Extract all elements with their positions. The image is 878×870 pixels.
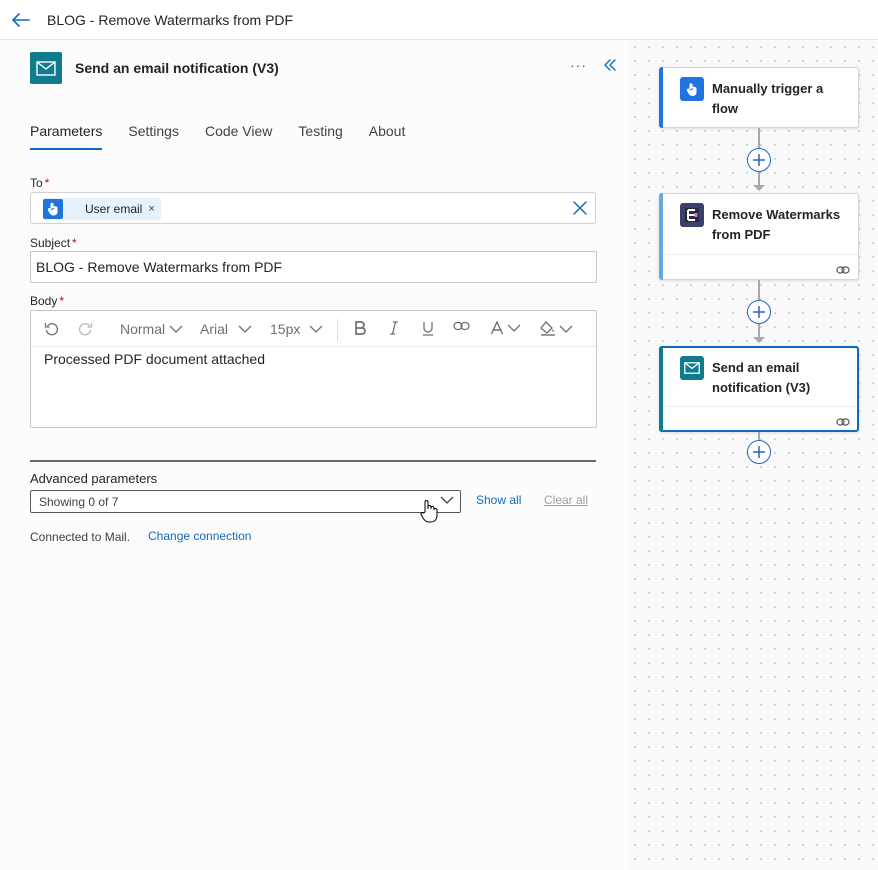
link-icon[interactable] — [453, 321, 470, 331]
tab-settings[interactable]: Settings — [128, 123, 179, 150]
advanced-parameters-label: Advanced parameters — [30, 471, 158, 486]
font-color-icon[interactable] — [490, 321, 521, 335]
chevron-down-icon — [440, 496, 454, 504]
clear-field-icon[interactable] — [573, 201, 587, 220]
subject-label-text: Subject — [30, 236, 71, 250]
remove-token-icon[interactable]: × — [148, 203, 154, 215]
connector-line — [758, 172, 760, 186]
connector-line — [758, 324, 760, 338]
chevron-down-icon — [309, 325, 323, 333]
font-size-value: 15px — [270, 321, 301, 337]
required-marker: * — [72, 236, 77, 250]
plus-icon — [753, 306, 765, 318]
card-title: Manually trigger a flow — [712, 81, 824, 116]
format-dropdown[interactable]: Normal — [120, 321, 183, 337]
mail-icon — [680, 356, 704, 380]
remove-watermarks-card[interactable]: Remove Watermarks from PDF — [659, 193, 859, 280]
card-accent — [659, 346, 663, 432]
link-icon — [836, 262, 850, 280]
arrow-down-icon — [753, 185, 765, 191]
subject-label: Subject * — [30, 236, 77, 250]
change-connection-link[interactable]: Change connection — [148, 529, 251, 543]
action-details-panel: Send an email notification (V3) ··· Para… — [0, 40, 628, 870]
toolbar-divider — [337, 319, 338, 341]
undo-icon[interactable] — [44, 321, 60, 337]
required-marker: * — [59, 294, 65, 308]
card-title: Remove Watermarks from PDF — [712, 207, 841, 242]
connection-status: Connected to Mail. — [30, 530, 131, 544]
plus-icon — [753, 154, 765, 166]
chevron-down-icon — [238, 325, 252, 333]
trigger-card[interactable]: Manually trigger a flow — [659, 67, 859, 128]
link-icon — [836, 414, 850, 432]
more-options-button[interactable]: ··· — [570, 57, 587, 73]
rich-text-toolbar: Normal Arial 15px — [31, 311, 596, 347]
chevron-down-icon — [507, 324, 521, 332]
font-value: Arial — [200, 321, 229, 337]
underline-icon[interactable] — [422, 321, 434, 336]
token-label: User email — [85, 202, 143, 216]
flow-title: BLOG - Remove Watermarks from PDF — [47, 11, 294, 28]
trigger-icon — [43, 199, 63, 219]
tab-code-view[interactable]: Code View — [205, 123, 272, 150]
pdf-tool-icon — [680, 203, 704, 227]
card-accent — [659, 193, 663, 280]
collapse-panel-icon[interactable] — [603, 58, 617, 77]
card-footer-divider — [664, 406, 857, 407]
body-editor[interactable]: Normal Arial 15px Processed PDF document… — [30, 310, 597, 428]
body-label: Body * — [30, 294, 64, 308]
italic-icon[interactable] — [389, 321, 399, 335]
add-step-button[interactable] — [747, 440, 771, 464]
mail-icon — [30, 52, 62, 84]
highlight-color-icon[interactable] — [540, 321, 573, 336]
panel-title[interactable]: Send an email notification (V3) — [75, 60, 279, 76]
trigger-icon — [680, 77, 704, 101]
to-label-text: To — [30, 176, 43, 190]
to-field[interactable]: User email × — [30, 192, 596, 224]
subject-input[interactable]: BLOG - Remove Watermarks from PDF — [30, 251, 597, 283]
panel-header: Send an email notification (V3) ··· — [30, 51, 620, 85]
bold-icon[interactable] — [354, 321, 366, 335]
user-email-token[interactable]: User email × — [43, 198, 161, 220]
dropdown-value: Showing 0 of 7 — [39, 495, 119, 509]
connector-line — [758, 128, 760, 148]
font-dropdown[interactable]: Arial — [200, 321, 252, 337]
connector-line — [758, 280, 760, 300]
arrow-down-icon — [753, 337, 765, 343]
chevron-down-icon — [559, 325, 573, 333]
to-label: To * — [30, 176, 49, 190]
top-bar: BLOG - Remove Watermarks from PDF — [0, 0, 878, 40]
tab-testing[interactable]: Testing — [298, 123, 342, 150]
clear-all-link[interactable]: Clear all — [544, 493, 588, 507]
send-email-card[interactable]: Send an email notification (V3) — [659, 346, 859, 432]
show-all-link[interactable]: Show all — [476, 493, 521, 507]
body-label-text: Body — [30, 294, 58, 308]
tab-parameters[interactable]: Parameters — [30, 123, 103, 150]
card-footer-divider — [663, 254, 858, 255]
body-content[interactable]: Processed PDF document attached — [44, 351, 265, 367]
section-divider — [30, 460, 596, 462]
plus-icon — [753, 446, 765, 458]
add-step-button[interactable] — [747, 300, 771, 324]
chevron-down-icon — [169, 325, 183, 333]
redo-icon[interactable] — [77, 321, 93, 337]
format-value: Normal — [120, 321, 166, 337]
card-title: Send an email notification (V3) — [712, 360, 811, 395]
font-size-dropdown[interactable]: 15px — [270, 321, 323, 337]
connector-line — [758, 432, 760, 440]
panel-tabs: Parameters Settings Code View Testing Ab… — [30, 123, 431, 150]
hand-cursor-icon — [420, 499, 438, 528]
add-step-button[interactable] — [747, 148, 771, 172]
required-marker: * — [44, 176, 50, 190]
card-accent — [659, 67, 663, 128]
tab-about[interactable]: About — [369, 123, 406, 150]
back-arrow-icon[interactable] — [12, 11, 30, 29]
advanced-parameters-dropdown[interactable]: Showing 0 of 7 — [30, 490, 461, 513]
